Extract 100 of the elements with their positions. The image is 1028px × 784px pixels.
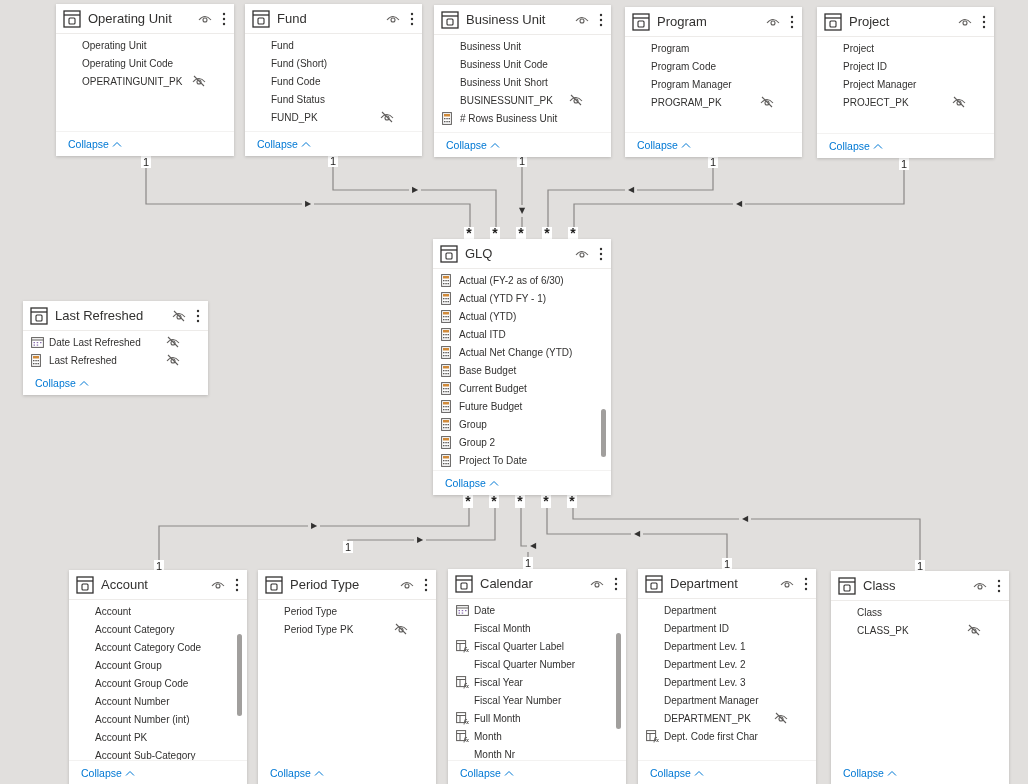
hidden-eye-icon[interactable] [952,96,966,108]
more-options-icon[interactable] [997,578,1001,593]
field-name[interactable]: OPERATINGUNIT_PK [82,75,188,87]
more-options-icon[interactable] [804,576,808,591]
more-options-icon[interactable] [614,576,618,591]
collapse-link[interactable]: Collapse [648,767,706,779]
hidden-eye-icon[interactable] [394,623,408,635]
field-name[interactable]: Program [651,42,792,54]
field-name[interactable]: Department ID [664,622,806,634]
field-name[interactable]: Account Number [95,695,237,707]
field-name[interactable]: PROJECT_PK [843,96,948,108]
table-card[interactable]: Project Project Project ID Project Manager PROJECT_PK Collapse [817,7,994,158]
field-name[interactable]: Department Lev. 2 [664,658,806,670]
field-name[interactable]: Date [474,604,616,616]
collapse-link[interactable]: Collapse [458,767,516,779]
field-name[interactable]: Fiscal Month [474,622,616,634]
field-name[interactable]: Account Category Code [95,641,237,653]
table-card[interactable]: Business Unit Business Unit Business Unit Code Business Unit Short BUSINESSUNIT_PK # Rows Business Unit Collapse [434,5,611,157]
scrollbar-thumb[interactable] [237,634,242,716]
field-name[interactable]: Future Budget [459,400,601,412]
field-name[interactable]: # Rows Business Unit [460,112,601,124]
field-name[interactable]: Account Category [95,623,237,635]
scrollbar-thumb[interactable] [601,409,606,457]
field-name[interactable]: Project Manager [843,78,984,90]
table-card[interactable]: GLQ Actual (FY-2 as of 6/30) Actual (YTD FY - 1) Actual (YTD) Actual ITD Actual Net Change (YTD) Base Budget Current Budget Future Budget Group Group 2 Project To Date Collapse [433,239,611,495]
field-name[interactable]: Business Unit [460,40,601,52]
hidden-eye-icon[interactable] [166,336,180,348]
field-name[interactable]: Current Budget [459,382,601,394]
field-name[interactable]: Business Unit Short [460,76,601,88]
collapse-link[interactable]: Collapse [444,139,502,151]
collapse-link[interactable]: Collapse [827,140,885,152]
field-name[interactable]: Period Type [284,605,426,617]
collapse-link[interactable]: Collapse [268,767,326,779]
field-name[interactable]: Project To Date [459,454,601,466]
more-options-icon[interactable] [222,11,226,26]
table-card[interactable]: Class Class CLASS_PK Collapse [831,571,1009,784]
field-name[interactable]: FUND_PK [271,111,376,123]
hidden-eye-icon[interactable] [569,94,583,106]
field-name[interactable]: Account Sub-Category [95,749,237,760]
scrollbar-thumb[interactable] [616,633,621,729]
field-name[interactable]: Class [857,606,999,618]
hidden-eye-icon[interactable] [380,111,394,123]
collapse-link[interactable]: Collapse [255,138,313,150]
hidden-eye-icon[interactable] [760,96,774,108]
field-name[interactable]: DEPARTMENT_PK [664,712,770,724]
field-name[interactable]: Full Month [474,712,616,724]
field-name[interactable]: Fiscal Year Number [474,694,616,706]
field-name[interactable]: Fund Status [271,93,412,105]
more-options-icon[interactable] [790,14,794,29]
hidden-eye-icon[interactable] [774,712,788,724]
field-name[interactable]: Department Lev. 3 [664,676,806,688]
hidden-eye-icon[interactable] [166,354,180,366]
table-card[interactable]: Account Account Account Category Account Category Code Account Group Account Group Code Account Number Account Number (int) Account PK Account Sub-Category Collapse [69,570,247,784]
field-name[interactable]: Project [843,42,984,54]
field-name[interactable]: Account Group [95,659,237,671]
table-card[interactable]: Last Refreshed Date Last Refreshed Last Refreshed Collapse [23,301,208,395]
field-name[interactable]: Actual Net Change (YTD) [459,346,601,358]
field-name[interactable]: Month Nr [474,748,616,760]
field-name[interactable]: Fund (Short) [271,57,412,69]
collapse-link[interactable]: Collapse [443,477,501,489]
field-name[interactable]: Account Group Code [95,677,237,689]
field-name[interactable]: Last Refreshed [49,354,162,366]
collapse-link[interactable]: Collapse [66,138,124,150]
field-name[interactable]: Business Unit Code [460,58,601,70]
field-name[interactable]: Date Last Refreshed [49,336,162,348]
field-name[interactable]: Fiscal Quarter Number [474,658,616,670]
field-name[interactable]: Department Manager [664,694,806,706]
field-name[interactable]: Actual (YTD) [459,310,601,322]
field-name[interactable]: Department [664,604,806,616]
field-name[interactable]: Account PK [95,731,237,743]
field-name[interactable]: Account [95,605,237,617]
table-card[interactable]: Department Department Department ID Department Lev. 1 Department Lev. 2 Department Lev. 3 Department Manager DEPARTMENT_PK Dept. Code first Char Collapse [638,569,816,784]
table-card[interactable]: Period Type Period Type Period Type PK Collapse [258,570,436,784]
field-name[interactable]: CLASS_PK [857,624,963,636]
table-card[interactable]: Operating Unit Operating Unit Operating Unit Code OPERATINGUNIT_PK Collapse [56,4,234,156]
field-name[interactable]: Base Budget [459,364,601,376]
field-name[interactable]: Fund [271,39,412,51]
more-options-icon[interactable] [599,246,603,261]
hidden-eye-icon[interactable] [967,624,981,636]
table-card[interactable]: Calendar Date Fiscal Month Fiscal Quarter Label Fiscal Quarter Number Fiscal Year Fiscal Year Number Full Month Month Month Nr Collapse [448,569,626,784]
field-name[interactable]: Fund Code [271,75,412,87]
collapse-link[interactable]: Collapse [79,767,137,779]
more-options-icon[interactable] [599,12,603,27]
field-name[interactable]: Program Code [651,60,792,72]
more-options-icon[interactable] [424,577,428,592]
hidden-eye-icon[interactable] [192,75,206,87]
table-card[interactable]: Program Program Program Code Program Manager PROGRAM_PK Collapse [625,7,802,157]
field-name[interactable]: Operating Unit [82,39,224,51]
collapse-link[interactable]: Collapse [841,767,899,779]
field-name[interactable]: Actual (FY-2 as of 6/30) [459,274,601,286]
field-name[interactable]: Group [459,418,601,430]
field-name[interactable]: Fiscal Quarter Label [474,640,616,652]
field-name[interactable]: Period Type PK [284,623,390,635]
more-options-icon[interactable] [235,577,239,592]
collapse-link[interactable]: Collapse [33,377,91,389]
field-name[interactable]: Program Manager [651,78,792,90]
field-name[interactable]: Dept. Code first Char [664,730,806,742]
more-options-icon[interactable] [982,14,986,29]
field-name[interactable]: Operating Unit Code [82,57,224,69]
field-name[interactable]: Account Number (int) [95,713,237,725]
